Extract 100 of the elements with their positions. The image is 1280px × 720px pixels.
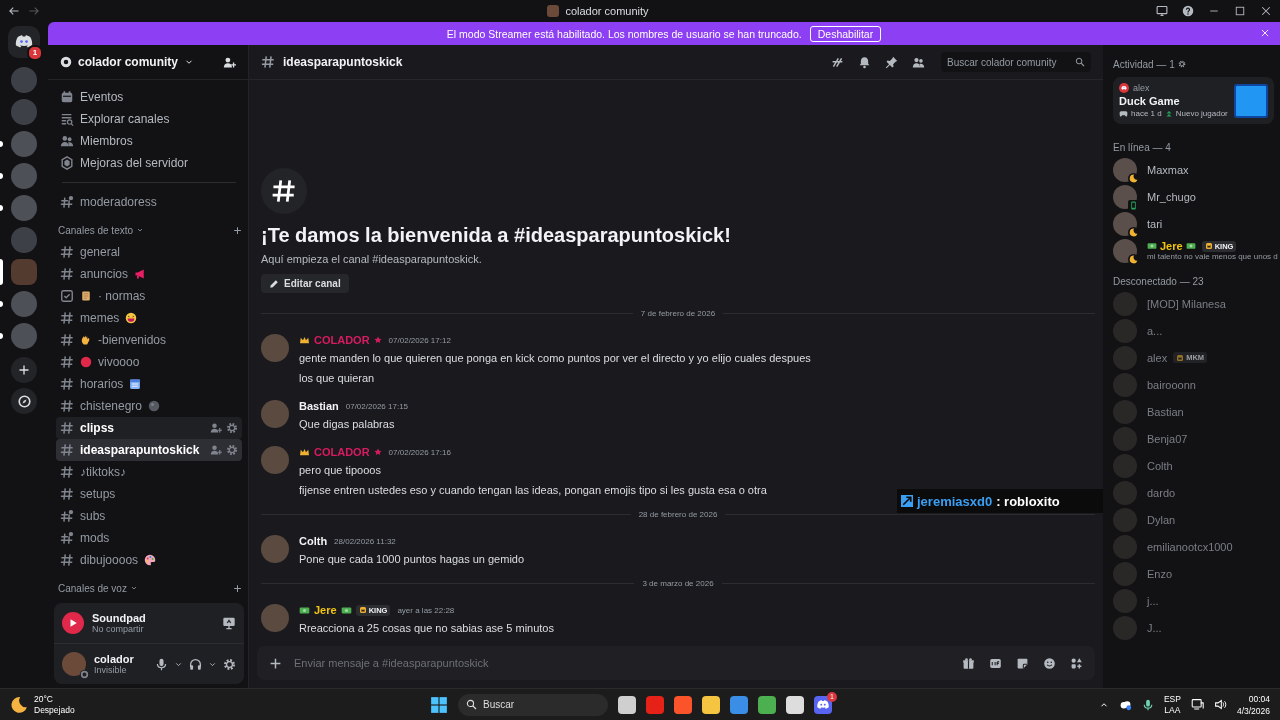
channel-item[interactable]: subs xyxy=(56,505,242,527)
member-item[interactable]: Dylan xyxy=(1113,506,1274,533)
member-item[interactable]: J... xyxy=(1113,614,1274,641)
browser-icon[interactable] xyxy=(674,695,692,714)
member-item[interactable]: tari xyxy=(1113,210,1274,237)
member-item[interactable]: a... xyxy=(1113,317,1274,344)
member-list-icon[interactable] xyxy=(912,55,925,69)
author-name[interactable]: COLADOR xyxy=(314,446,370,458)
activity-card[interactable]: alex Duck Game hace 1 d Nuevo jugador xyxy=(1113,77,1274,124)
member-item[interactable]: dardo xyxy=(1113,479,1274,506)
inbox-icon[interactable] xyxy=(1156,5,1168,17)
channel-item[interactable]: horarios xyxy=(56,373,242,395)
channel-item[interactable]: chistenegro xyxy=(56,395,242,417)
discord-taskbar-icon[interactable] xyxy=(814,695,832,714)
cloud-icon[interactable] xyxy=(1118,698,1132,711)
nav-item[interactable]: Explorar canales xyxy=(56,108,242,130)
category-header[interactable]: Canales de texto xyxy=(56,219,242,241)
network-icon[interactable] xyxy=(1190,698,1204,711)
channel-item[interactable]: clipss xyxy=(56,417,242,439)
message-input[interactable]: Enviar mensaje a #ideasparapuntoskick xyxy=(292,656,952,670)
clock[interactable]: 00:04 4/3/2026 xyxy=(1236,692,1270,717)
file-icon[interactable] xyxy=(618,695,636,714)
chrome-icon[interactable] xyxy=(786,695,804,714)
member-item[interactable]: Colth xyxy=(1113,452,1274,479)
member-item[interactable]: bairooonn xyxy=(1113,371,1274,398)
author-name[interactable]: Bastian xyxy=(299,400,339,412)
date-divider: 7 de febrero de 2026 xyxy=(640,309,716,318)
category-header[interactable]: Canales de voz xyxy=(56,577,242,599)
app-status: No compartir xyxy=(92,624,144,634)
add-server-button[interactable] xyxy=(11,357,37,383)
video-app-icon[interactable] xyxy=(646,695,664,714)
plus-icon[interactable] xyxy=(269,656,282,670)
edit-channel-button[interactable]: Editar canal xyxy=(261,274,349,293)
member-item[interactable]: Bastian xyxy=(1113,398,1274,425)
block-game-icon[interactable] xyxy=(758,695,776,714)
nav-item[interactable]: Eventos xyxy=(56,86,242,108)
member-item[interactable]: Enzo xyxy=(1113,560,1274,587)
search-field[interactable]: Buscar colador comunity xyxy=(941,52,1091,72)
disable-button[interactable]: Deshabilitar xyxy=(809,25,882,42)
back-arrow-icon[interactable] xyxy=(8,5,20,17)
member-item[interactable]: Maxmax xyxy=(1113,156,1274,183)
volume-icon[interactable] xyxy=(1213,698,1227,711)
author-name[interactable]: COLADOR xyxy=(314,334,370,346)
member-item[interactable]: emilianootcx1000 xyxy=(1113,533,1274,560)
author-name[interactable]: Colth xyxy=(299,535,328,547)
settings-icon[interactable] xyxy=(226,422,238,434)
channel-item[interactable]: vivoooo xyxy=(56,351,242,373)
threads-icon[interactable] xyxy=(831,55,844,69)
help-icon[interactable] xyxy=(1182,5,1194,17)
channel-item[interactable]: anuncios xyxy=(56,263,242,285)
forward-arrow-icon[interactable] xyxy=(28,5,40,17)
settings-icon[interactable] xyxy=(226,444,238,456)
server-header[interactable]: colador comunity xyxy=(48,45,248,80)
timestamp: 07/02/2026 17:12 xyxy=(388,335,451,345)
channel-item[interactable]: · normas xyxy=(56,285,242,307)
message-composer[interactable]: Enviar mensaje a #ideasparapuntoskick xyxy=(257,646,1095,680)
megaphone-icon xyxy=(134,268,147,280)
settings-icon[interactable] xyxy=(223,657,236,671)
channel-item[interactable]: dibujoooos xyxy=(56,549,242,571)
apps-icon[interactable] xyxy=(1070,656,1083,670)
microphone-icon[interactable] xyxy=(155,657,168,671)
pin-icon[interactable] xyxy=(885,55,898,69)
gif-icon[interactable] xyxy=(989,656,1002,670)
member-item[interactable]: [MOD] Milanesa xyxy=(1113,290,1274,317)
close-icon[interactable] xyxy=(1260,5,1272,17)
nav-item[interactable]: Miembros xyxy=(56,130,242,152)
screen-share-icon[interactable] xyxy=(222,616,236,630)
nav-item[interactable]: Mejoras del servidor xyxy=(56,152,242,174)
member-name: Benja07 xyxy=(1147,432,1188,445)
plus-icon[interactable] xyxy=(233,225,242,235)
plus-icon[interactable] xyxy=(233,583,242,593)
channel-item[interactable]: general xyxy=(56,241,242,263)
folder-icon[interactable] xyxy=(702,695,720,714)
member-item[interactable]: Mr_chugo xyxy=(1113,183,1274,210)
author-name[interactable]: Jere xyxy=(314,604,337,616)
channel-item[interactable]: -bienvenidos xyxy=(56,329,242,351)
store-icon[interactable] xyxy=(730,695,748,714)
member-item[interactable]: j... xyxy=(1113,587,1274,614)
gift-icon[interactable] xyxy=(962,656,975,670)
settings-icon[interactable] xyxy=(1177,60,1186,68)
windows-start-icon[interactable] xyxy=(430,695,448,714)
channel-item[interactable]: setups xyxy=(56,483,242,505)
language-indicator[interactable]: ESP LAA xyxy=(1163,693,1181,716)
channel-item[interactable]: ♪tiktoks♪ xyxy=(56,461,242,483)
channel-item[interactable]: memes xyxy=(56,307,242,329)
invite-icon[interactable] xyxy=(223,55,236,69)
home-button[interactable]: 1 xyxy=(8,26,40,58)
emoji-icon[interactable] xyxy=(1043,656,1056,670)
bell-icon[interactable] xyxy=(858,55,871,69)
sticker-icon[interactable] xyxy=(1016,656,1029,670)
channel-item[interactable]: moderadoress xyxy=(56,191,242,213)
discover-button[interactable] xyxy=(11,388,37,414)
headset-icon[interactable] xyxy=(189,657,202,671)
taskbar-search[interactable]: Buscar xyxy=(458,693,608,716)
channel-item[interactable]: mods xyxy=(56,527,242,549)
member-item[interactable]: Benja07 xyxy=(1113,425,1274,452)
channel-item[interactable]: ideasparapuntoskick xyxy=(56,439,242,461)
member-name: bairooonn xyxy=(1147,378,1196,391)
maximize-icon[interactable] xyxy=(1234,5,1246,17)
microphone-icon[interactable] xyxy=(1141,698,1154,711)
